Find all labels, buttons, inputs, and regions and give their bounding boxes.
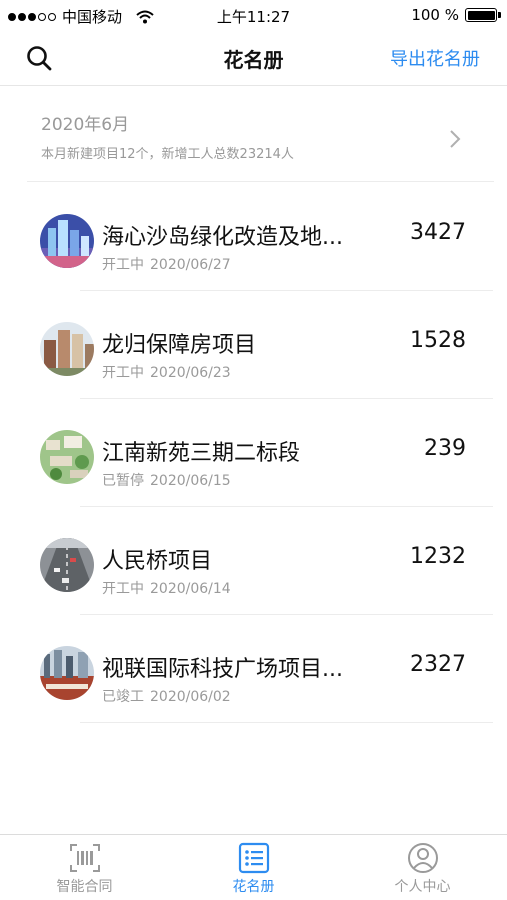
- worker-count: 239: [424, 436, 466, 461]
- project-meta: 已竣工 2020/06/02: [102, 686, 231, 706]
- chevron-right-icon: [450, 130, 461, 148]
- project-meta: 开工中 2020/06/14: [102, 578, 231, 598]
- project-thumbnail: [40, 430, 94, 484]
- project-list: 海心沙岛绿化改造及地... 开工中 2020/06/27 3427 龙归保障房项目…: [0, 183, 507, 723]
- tab-label: 花名册: [232, 879, 275, 895]
- worker-count: 2327: [410, 652, 466, 677]
- project-row[interactable]: 人民桥项目 开工中 2020/06/14 1232: [0, 507, 507, 615]
- project-name: 海心沙岛绿化改造及地...: [102, 225, 343, 250]
- nav-bar: 花名册 导出花名册: [0, 30, 507, 86]
- project-row[interactable]: 江南新苑三期二标段 已暂停 2020/06/15 239: [0, 399, 507, 507]
- project-date: 2020/06/15: [150, 473, 231, 489]
- month-summary-card[interactable]: 2020年6月 本月新建项目12个，新增工人总数23214人: [27, 98, 494, 182]
- project-date: 2020/06/14: [150, 581, 231, 597]
- export-roster-button[interactable]: 导出花名册: [390, 45, 480, 71]
- tab-roster[interactable]: 花名册: [169, 835, 338, 900]
- project-status: 开工中: [102, 257, 144, 273]
- battery-percent: 100 %: [411, 6, 459, 24]
- worker-count: 1232: [410, 544, 466, 569]
- project-date: 2020/06/02: [150, 689, 231, 705]
- project-row[interactable]: 视联国际科技广场项目... 已竣工 2020/06/02 2327: [0, 615, 507, 723]
- project-name: 视联国际科技广场项目...: [102, 657, 343, 682]
- project-thumbnail: [40, 214, 94, 268]
- project-status: 已竣工: [102, 689, 144, 705]
- project-name: 龙归保障房项目: [102, 333, 257, 358]
- list-icon: [238, 842, 269, 874]
- project-date: 2020/06/23: [150, 365, 231, 381]
- user-icon: [407, 843, 438, 873]
- battery-icon: [465, 8, 501, 22]
- month-title: 2020年6月: [41, 115, 130, 135]
- scan-icon: [69, 844, 100, 872]
- tab-profile[interactable]: 个人中心: [338, 835, 507, 900]
- tab-label: 个人中心: [394, 879, 451, 895]
- project-meta: 开工中 2020/06/23: [102, 362, 231, 382]
- worker-count: 1528: [410, 328, 466, 353]
- project-meta: 已暂停 2020/06/15: [102, 470, 231, 490]
- project-status: 已暂停: [102, 473, 144, 489]
- worker-count: 3427: [410, 220, 466, 245]
- project-thumbnail: [40, 538, 94, 592]
- month-summary-text: 本月新建项目12个，新增工人总数23214人: [41, 147, 294, 162]
- project-thumbnail: [40, 322, 94, 376]
- project-status: 开工中: [102, 365, 144, 381]
- project-thumbnail: [40, 646, 94, 700]
- project-row[interactable]: 龙归保障房项目 开工中 2020/06/23 1528: [0, 291, 507, 399]
- status-bar: 中国移动 上午11:27 100 %: [0, 0, 507, 30]
- project-row[interactable]: 海心沙岛绿化改造及地... 开工中 2020/06/27 3427: [0, 183, 507, 291]
- project-date: 2020/06/27: [150, 257, 231, 273]
- tab-label: 智能合同: [56, 879, 113, 895]
- project-name: 人民桥项目: [102, 549, 213, 574]
- project-meta: 开工中 2020/06/27: [102, 254, 231, 274]
- tab-bar: 智能合同 花名册 个人中心: [0, 834, 507, 900]
- status-right: 100 %: [411, 6, 501, 24]
- project-name: 江南新苑三期二标段: [102, 441, 301, 466]
- project-status: 开工中: [102, 581, 144, 597]
- tab-smart-contract[interactable]: 智能合同: [0, 835, 169, 900]
